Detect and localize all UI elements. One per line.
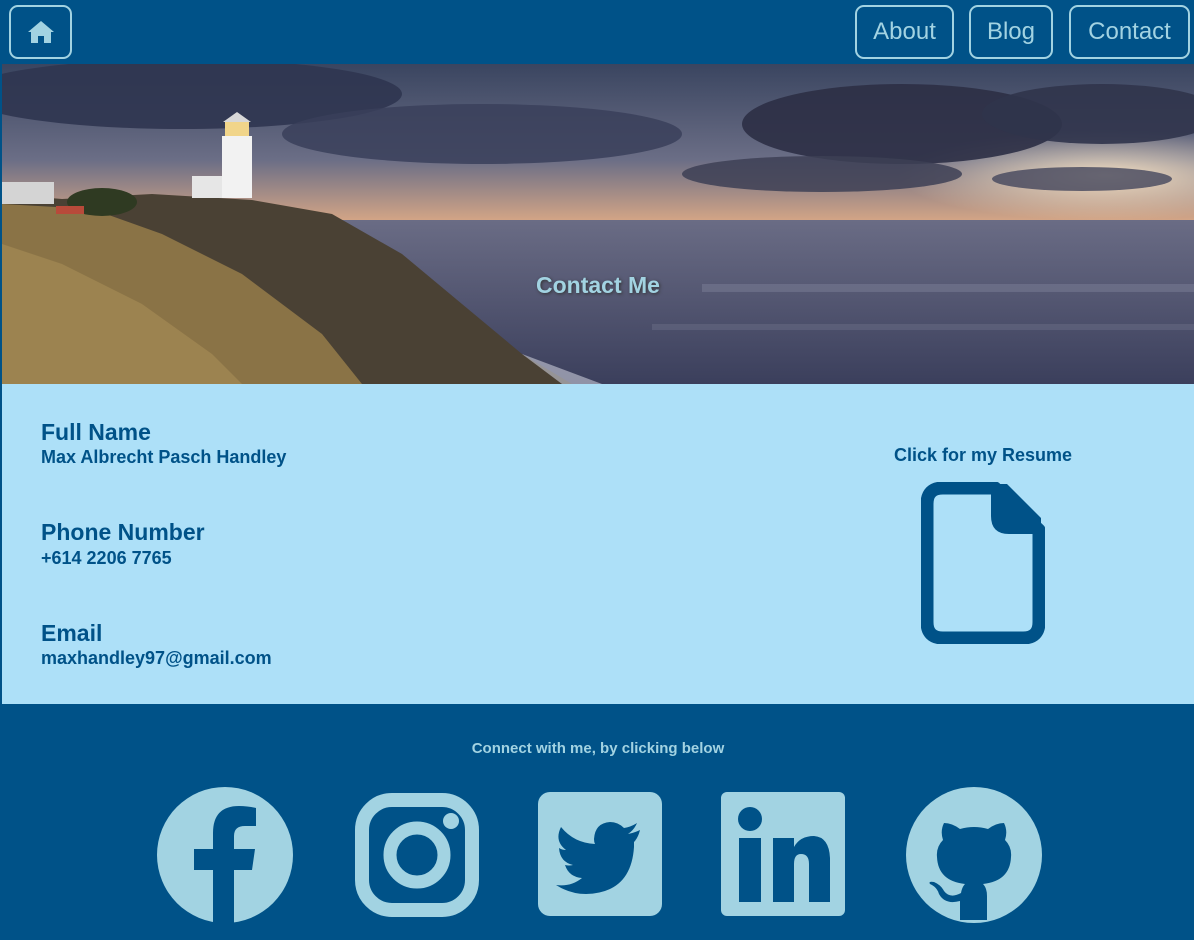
resume-link-label[interactable]: Click for my Resume [882,445,1084,466]
twitter-icon[interactable] [538,792,664,918]
hero-banner: Contact Me [2,64,1194,384]
full-name-label: Full Name [41,419,151,445]
github-icon[interactable] [905,786,1043,924]
top-navigation-bar: About Blog Contact [0,0,1194,64]
home-button[interactable] [9,5,72,59]
instagram-icon[interactable] [354,792,480,918]
lighthouse-landscape-image [2,64,1194,384]
hero-title: Contact Me [536,272,660,298]
linkedin-icon[interactable] [721,792,847,918]
full-name-value: Max Albrecht Pasch Handley [41,447,287,467]
contact-details-section: Full Name Max Albrecht Pasch Handley Pho… [2,384,1194,704]
facebook-icon[interactable] [156,786,294,924]
nav-blog-button[interactable]: Blog [969,5,1053,59]
file-icon[interactable] [921,482,1045,644]
nav-about-button[interactable]: About [855,5,954,59]
email-value: maxhandley97@gmail.com [41,648,272,668]
phone-number-label: Phone Number [41,519,205,545]
nav-contact-button[interactable]: Contact [1069,5,1190,59]
phone-number-value: +614 2206 7765 [41,548,172,568]
email-label: Email [41,620,103,646]
home-icon [28,21,54,43]
connect-text: Connect with me, by clicking below [471,740,725,757]
footer: Connect with me, by clicking below [2,704,1194,940]
